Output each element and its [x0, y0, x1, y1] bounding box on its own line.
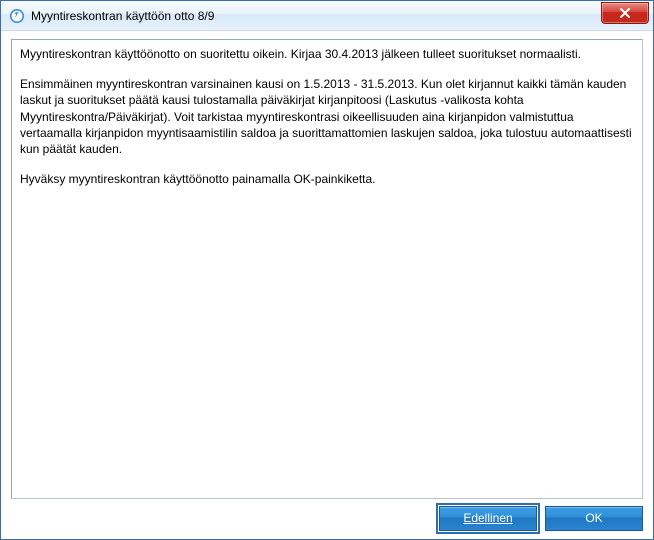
intro-paragraph-1: Myyntireskontran käyttöönotto on suorite… [20, 46, 634, 62]
intro-paragraph-3: Hyväksy myyntireskontran käyttöönotto pa… [20, 171, 634, 187]
content-panel: Myyntireskontran käyttöönotto on suorite… [11, 39, 643, 499]
window-title: Myyntireskontran käyttöön otto 8/9 [31, 9, 214, 23]
close-button[interactable] [601, 2, 649, 24]
ok-button-label: OK [585, 511, 602, 525]
titlebar: Myyntireskontran käyttöön otto 8/9 [1, 1, 653, 31]
close-icon [619, 8, 631, 18]
previous-button-label: Edellinen [463, 511, 512, 525]
dialog-window: Myyntireskontran käyttöön otto 8/9 Myynt… [0, 0, 654, 540]
ok-button[interactable]: OK [545, 506, 643, 531]
app-icon [9, 8, 25, 24]
client-area: Myyntireskontran käyttöönotto on suorite… [1, 31, 653, 539]
previous-button[interactable]: Edellinen [439, 506, 537, 531]
button-row: Edellinen OK [1, 505, 653, 539]
intro-paragraph-2: Ensimmäinen myyntireskontran varsinainen… [20, 76, 634, 157]
